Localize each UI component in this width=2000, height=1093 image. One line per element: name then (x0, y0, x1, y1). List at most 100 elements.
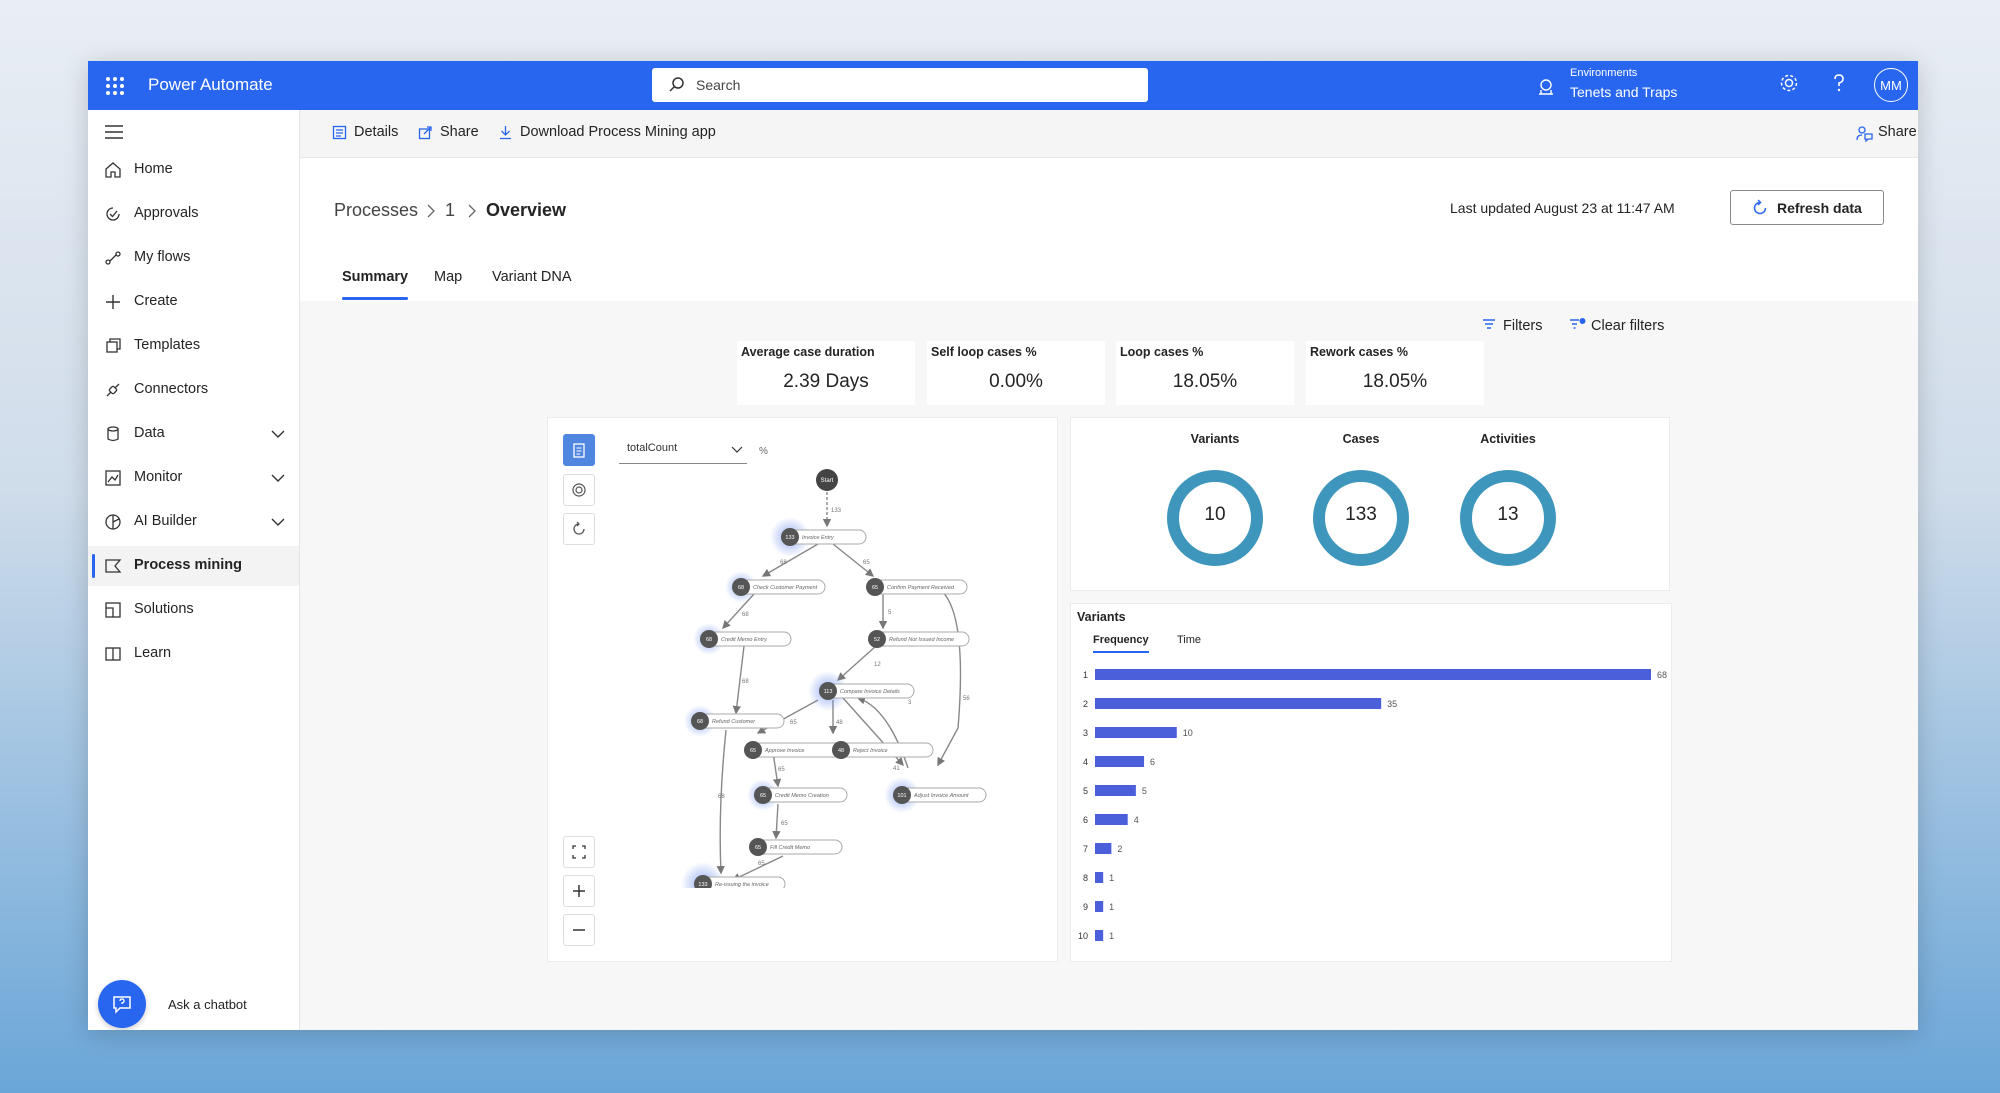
process-node[interactable]: 65 Confirm Payment Received (866, 578, 968, 596)
variant-bar[interactable] (1095, 814, 1128, 825)
bar-category-label: 4 (1083, 757, 1088, 767)
settings-gear-icon[interactable] (1778, 72, 1800, 94)
variant-bar[interactable] (1095, 872, 1104, 883)
minus-icon (573, 929, 585, 931)
variant-bar[interactable] (1095, 785, 1136, 796)
chevron-down-icon[interactable] (270, 426, 286, 442)
edge-label: 41 (893, 766, 900, 772)
svg-text:Check Customer Payment: Check Customer Payment (753, 585, 818, 591)
tab-map[interactable]: Map (434, 269, 462, 285)
process-map-graph[interactable]: 133 68 65 68 5 68 12 3 56 65 48 101 41 6… (618, 468, 998, 888)
process-node[interactable]: 68 Refund Customer (684, 705, 785, 737)
variant-bar[interactable] (1095, 698, 1382, 709)
bar-value-label: 6 (1150, 757, 1155, 767)
sidebar-item-label: Templates (134, 337, 201, 353)
user-avatar[interactable]: MM (1874, 68, 1908, 102)
map-view-button[interactable] (563, 434, 595, 466)
tab-time[interactable]: Time (1177, 634, 1201, 646)
app-window: Power Automate Environments Tenets and T… (88, 61, 1918, 1030)
metric-select[interactable]: totalCount (619, 438, 747, 464)
variant-bar[interactable] (1095, 930, 1104, 941)
zoom-in-button[interactable] (563, 875, 595, 907)
edge-label: 48 (836, 720, 843, 726)
bar-value-label: 1 (1109, 931, 1114, 941)
edge-label: 68 (780, 560, 787, 566)
sidebar-item-approvals[interactable]: Approvals (88, 194, 299, 234)
svg-text:48: 48 (838, 748, 844, 754)
breadcrumb-process-id[interactable]: 1 (445, 200, 455, 221)
animation-button[interactable] (563, 474, 595, 506)
variant-bar[interactable] (1095, 727, 1177, 738)
sidebar-item-ai-builder[interactable]: AI Builder (88, 502, 299, 542)
sidebar-item-create[interactable]: Create (88, 282, 299, 322)
percent-toggle[interactable]: % (759, 446, 768, 457)
process-node[interactable]: 133 Re-issuing the invoice (681, 862, 786, 888)
process-node[interactable]: 68 Credit Memo Entry (693, 623, 792, 655)
variant-bar[interactable] (1095, 901, 1104, 912)
search-input[interactable] (696, 77, 1116, 93)
tab-summary[interactable]: Summary (342, 269, 409, 300)
process-node[interactable]: 133 Invoice Entry (770, 517, 867, 557)
process-node[interactable]: 65 Approve Invoice (744, 741, 846, 759)
process-node[interactable]: 52 Refund Not Issued Income (868, 630, 970, 648)
app-launcher-icon[interactable] (102, 73, 128, 99)
sidebar-item-templates[interactable]: Templates (88, 326, 299, 366)
app-title[interactable]: Power Automate (148, 75, 273, 95)
sidebar-item-solutions[interactable]: Solutions (88, 590, 299, 630)
kpi-label: Rework cases % (1310, 345, 1408, 359)
tab-frequency[interactable]: Frequency (1093, 634, 1149, 653)
fit-to-screen-button[interactable] (563, 836, 595, 868)
sidebar-item-label: Home (134, 161, 173, 177)
solutions-icon (105, 602, 121, 618)
bar-value-label: 1 (1109, 902, 1114, 912)
chevron-down-icon[interactable] (270, 470, 286, 486)
svg-text:68: 68 (738, 585, 744, 591)
variant-bar[interactable] (1095, 843, 1112, 854)
svg-text:Approve Invoice: Approve Invoice (764, 748, 804, 754)
refresh-icon (1753, 199, 1767, 215)
chevron-right-icon (427, 204, 435, 218)
svg-text:68: 68 (706, 637, 712, 643)
reset-view-button[interactable] (563, 513, 595, 545)
kpi-self-loop-cases: Self loop cases % 0.00% (927, 341, 1105, 405)
kpi-value: 0.00% (989, 371, 1043, 392)
variant-bar[interactable] (1095, 756, 1145, 767)
process-node[interactable]: 101 Adjust Invoice Amount (884, 777, 987, 813)
hamburger-menu-icon[interactable] (104, 124, 124, 140)
sidebar-item-monitor[interactable]: Monitor (88, 458, 299, 498)
bar-category-label: 3 (1083, 728, 1088, 738)
search-box[interactable] (652, 68, 1148, 102)
zoom-out-button[interactable] (563, 914, 595, 946)
details-icon (332, 125, 347, 140)
chevron-down-icon[interactable] (270, 514, 286, 530)
variant-bar[interactable] (1095, 669, 1651, 680)
kpi-label: Average case duration (741, 345, 875, 359)
edge-label: 56 (963, 696, 970, 702)
bar-value-label: 68 (1657, 670, 1667, 680)
help-icon[interactable] (1828, 72, 1850, 94)
variants-panel: Variants Frequency Time 1 68 2 35 3 10 4 6 5 5 6 4 7… (1070, 603, 1672, 962)
donut-value-cases: 133 (1345, 504, 1377, 525)
process-node[interactable]: 113 Compare Invoice Details (808, 671, 915, 711)
kpi-loop-cases: Loop cases % 18.05% (1116, 341, 1294, 405)
chatbot-button[interactable] (98, 980, 146, 1028)
refresh-data-button[interactable]: Refresh data (1730, 190, 1884, 225)
process-node[interactable]: 68 Check Customer Payment (725, 571, 826, 603)
process-node[interactable]: 65 Credit Memo Creation (747, 779, 848, 811)
sidebar-item-learn[interactable]: Learn (88, 634, 299, 674)
edge-label: 65 (790, 720, 797, 726)
sidebar-item-process-mining[interactable]: Process mining (88, 546, 299, 586)
bar-category-label: 10 (1078, 931, 1088, 941)
sidebar-item-data[interactable]: Data (88, 414, 299, 454)
sidebar-item-my-flows[interactable]: My flows (88, 238, 299, 278)
sidebar-item-home[interactable]: Home (88, 150, 299, 190)
breadcrumb-processes[interactable]: Processes (334, 200, 418, 221)
svg-text:Reject Invoice: Reject Invoice (853, 748, 888, 754)
process-node[interactable]: 48 Reject Invoice (832, 741, 934, 759)
top-bar: Power Automate Environments Tenets and T… (88, 61, 1918, 110)
plus-icon (106, 295, 120, 309)
chatbot-label[interactable]: Ask a chatbot (168, 997, 247, 1012)
tab-variant-dna[interactable]: Variant DNA (492, 269, 572, 285)
process-node[interactable]: 65 Fill Credit Memo (749, 838, 843, 856)
sidebar-item-connectors[interactable]: Connectors (88, 370, 299, 410)
